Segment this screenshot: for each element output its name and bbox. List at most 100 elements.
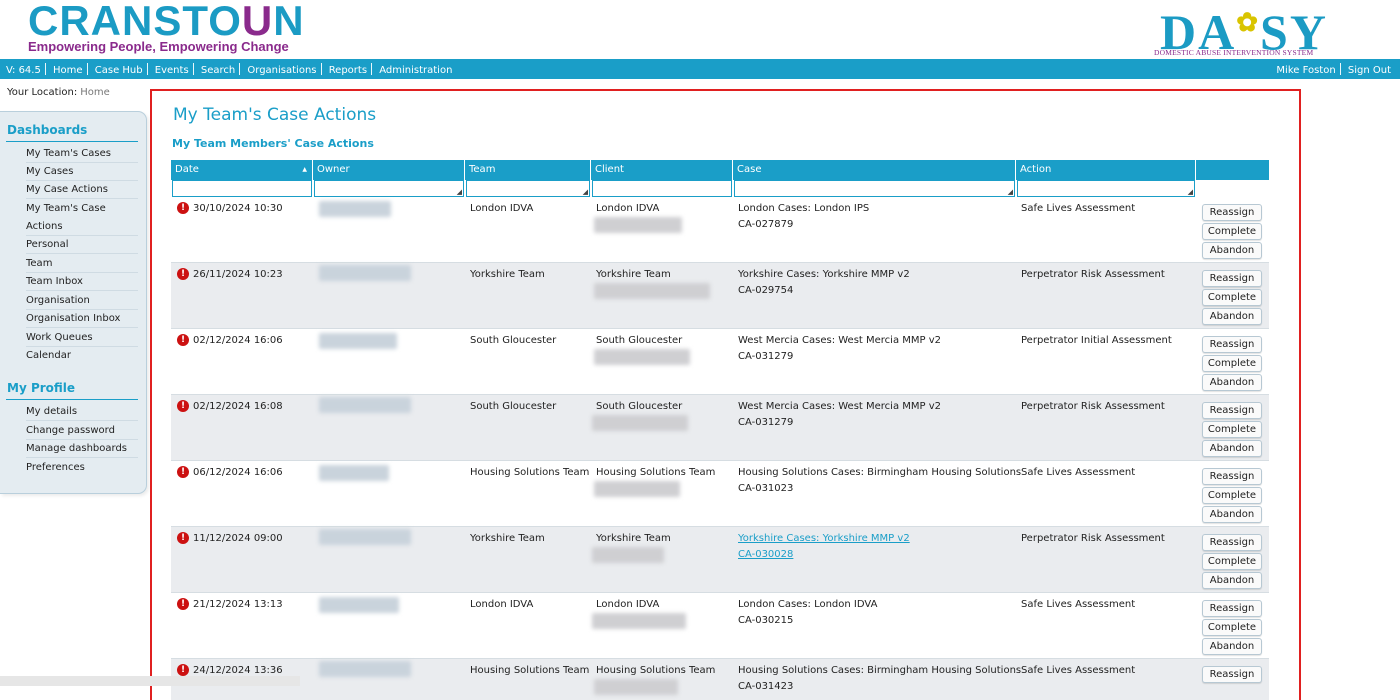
date-cell: 21/12/2024 13:13 xyxy=(193,599,283,610)
abandon-button[interactable]: Abandon xyxy=(1202,506,1262,523)
case-filter-input[interactable]: ◢ xyxy=(734,180,1015,197)
sidebar-item-team-inbox[interactable]: Team Inbox xyxy=(26,273,138,291)
resize-handle-icon[interactable]: ◢ xyxy=(583,188,588,196)
owner-redacted xyxy=(319,333,397,349)
nav-search[interactable]: Search xyxy=(201,65,235,76)
reassign-button[interactable]: Reassign xyxy=(1202,666,1262,683)
sidebar-item-my-teams-case-actions-cont[interactable]: Actions xyxy=(26,218,138,236)
resize-handle-icon[interactable]: ◢ xyxy=(1188,188,1193,196)
column-header-team[interactable]: Team xyxy=(465,160,591,180)
owner-redacted xyxy=(319,465,389,481)
column-header-date[interactable]: Date ▲ xyxy=(171,160,313,180)
reassign-button[interactable]: Reassign xyxy=(1202,336,1262,353)
client-cell: South Gloucester xyxy=(596,401,683,412)
reassign-button[interactable]: Reassign xyxy=(1202,534,1262,551)
sidebar-item-manage-dashboards[interactable]: Manage dashboards xyxy=(26,440,138,458)
browser-status-bar xyxy=(0,676,300,686)
table-row: ! 02/12/2024 16:08 South Gloucester Sout… xyxy=(171,395,1269,461)
complete-button[interactable]: Complete xyxy=(1202,223,1262,240)
sidebar-item-my-details[interactable]: My details xyxy=(26,403,138,421)
abandon-button[interactable]: Abandon xyxy=(1202,242,1262,259)
team-cell: Yorkshire Team xyxy=(470,533,545,544)
nav-administration[interactable]: Administration xyxy=(379,65,452,76)
nav-organisations[interactable]: Organisations xyxy=(247,65,316,76)
date-cell: 02/12/2024 16:08 xyxy=(193,401,283,412)
user-name-link[interactable]: Mike Foston xyxy=(1276,65,1335,76)
complete-button[interactable]: Complete xyxy=(1202,553,1262,570)
sidebar-item-calendar[interactable]: Calendar xyxy=(26,347,138,365)
nav-reports[interactable]: Reports xyxy=(329,65,367,76)
complete-button[interactable]: Complete xyxy=(1202,421,1262,438)
sidebar-item-personal[interactable]: Personal xyxy=(26,236,138,254)
column-header-case[interactable]: Case xyxy=(733,160,1016,180)
abandon-button[interactable]: Abandon xyxy=(1202,572,1262,589)
case-id-cell: CA-031023 xyxy=(738,483,794,494)
client-filter-input[interactable] xyxy=(592,180,732,197)
client-name-redacted xyxy=(592,415,688,431)
nav-events[interactable]: Events xyxy=(155,65,189,76)
case-cell: Yorkshire Cases: Yorkshire MMP v2 xyxy=(738,269,910,280)
abandon-button[interactable]: Abandon xyxy=(1202,440,1262,457)
team-filter-input[interactable]: ◢ xyxy=(466,180,590,197)
sign-out-link[interactable]: Sign Out xyxy=(1348,65,1391,76)
complete-button[interactable]: Complete xyxy=(1202,289,1262,306)
sidebar-item-my-teams-case-actions[interactable]: My Team's Case xyxy=(26,200,138,218)
table-row: ! 21/12/2024 13:13 London IDVA London ID… xyxy=(171,593,1269,659)
sidebar-item-team[interactable]: Team xyxy=(26,255,138,273)
client-name-redacted xyxy=(594,481,680,497)
location-home-link[interactable]: Home xyxy=(80,87,110,98)
resize-handle-icon[interactable]: ◢ xyxy=(457,188,462,196)
action-filter-input[interactable]: ◢ xyxy=(1017,180,1195,197)
sidebar: Dashboards My Team's Cases My Cases My C… xyxy=(0,111,147,494)
sidebar-item-organisation-inbox[interactable]: Organisation Inbox xyxy=(26,310,138,328)
sidebar-item-preferences[interactable]: Preferences xyxy=(26,459,138,477)
sidebar-item-change-password[interactable]: Change password xyxy=(26,422,138,440)
date-cell: 02/12/2024 16:06 xyxy=(193,335,283,346)
team-cell: London IDVA xyxy=(470,203,534,214)
sidebar-item-my-case-actions[interactable]: My Case Actions xyxy=(26,181,138,199)
date-filter-input[interactable] xyxy=(172,180,312,197)
owner-filter-input[interactable]: ◢ xyxy=(314,180,464,197)
reassign-button[interactable]: Reassign xyxy=(1202,270,1262,287)
resize-handle-icon[interactable]: ◢ xyxy=(1008,188,1013,196)
reassign-button[interactable]: Reassign xyxy=(1202,600,1262,617)
sidebar-item-organisation[interactable]: Organisation xyxy=(26,292,138,310)
reassign-button[interactable]: Reassign xyxy=(1202,402,1262,419)
column-header-buttons xyxy=(1196,160,1269,180)
team-cell: Yorkshire Team xyxy=(470,269,545,280)
abandon-button[interactable]: Abandon xyxy=(1202,374,1262,391)
complete-button[interactable]: Complete xyxy=(1202,487,1262,504)
case-id-cell: CA-031279 xyxy=(738,417,794,428)
column-header-owner[interactable]: Owner xyxy=(313,160,465,180)
reassign-button[interactable]: Reassign xyxy=(1202,468,1262,485)
nav-home[interactable]: Home xyxy=(53,65,83,76)
team-cell: Housing Solutions Team xyxy=(470,665,590,676)
column-header-client[interactable]: Client xyxy=(591,160,733,180)
action-cell: Safe Lives Assessment xyxy=(1021,203,1136,214)
case-cell: Housing Solutions Cases: Birmingham Hous… xyxy=(738,665,1022,676)
client-name-redacted xyxy=(594,217,682,233)
complete-button[interactable]: Complete xyxy=(1202,619,1262,636)
column-header-action[interactable]: Action xyxy=(1016,160,1196,180)
sidebar-item-my-teams-cases[interactable]: My Team's Cases xyxy=(26,145,138,163)
client-cell: Yorkshire Team xyxy=(596,533,671,544)
cranstoun-logo[interactable]: CRANSTOUN xyxy=(28,0,305,42)
client-cell: London IDVA xyxy=(596,599,660,610)
sort-ascending-icon[interactable]: ▲ xyxy=(302,160,307,180)
case-cell: West Mercia Cases: West Mercia MMP v2 xyxy=(738,401,942,412)
case-link[interactable]: Yorkshire Cases: Yorkshire MMP v2 xyxy=(738,533,910,544)
abandon-button[interactable]: Abandon xyxy=(1202,638,1262,655)
abandon-button[interactable]: Abandon xyxy=(1202,308,1262,325)
reassign-button[interactable]: Reassign xyxy=(1202,204,1262,221)
nav-case-hub[interactable]: Case Hub xyxy=(95,65,143,76)
daisy-subtitle: DOMESTIC ABUSE INTERVENTION SYSTEM xyxy=(1154,48,1314,57)
alert-icon: ! xyxy=(177,532,189,544)
alert-icon: ! xyxy=(177,202,189,214)
sidebar-item-work-queues[interactable]: Work Queues xyxy=(26,329,138,347)
complete-button[interactable]: Complete xyxy=(1202,355,1262,372)
table-row: ! 26/11/2024 10:23 Yorkshire Team Yorksh… xyxy=(171,263,1269,329)
date-cell: 24/12/2024 13:36 xyxy=(193,665,283,676)
case-id-link[interactable]: CA-030028 xyxy=(738,549,793,560)
sidebar-item-my-cases[interactable]: My Cases xyxy=(26,163,138,181)
app-header: CRANSTOUN Empowering People, Empowering … xyxy=(0,0,1400,59)
